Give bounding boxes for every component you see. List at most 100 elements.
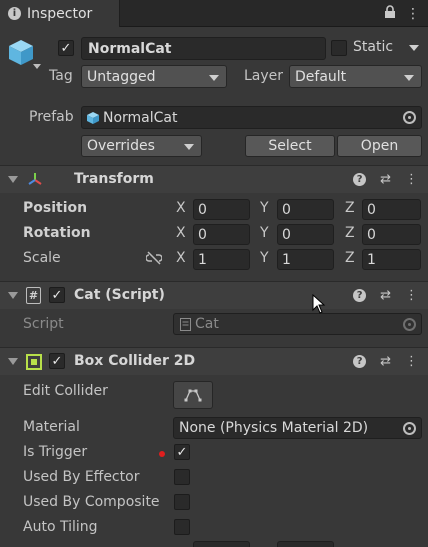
box-collider-icon xyxy=(26,354,42,370)
edit-collider-label: Edit Collider xyxy=(23,383,108,399)
used-by-composite-label: Used By Composite xyxy=(23,494,160,510)
position-label: Position xyxy=(23,200,88,216)
static-checkbox[interactable] xyxy=(331,40,347,56)
tab-inspector-label: Inspector xyxy=(27,5,93,22)
script-icon: # xyxy=(26,287,41,304)
transform-icon xyxy=(27,172,43,192)
object-picker-icon[interactable] xyxy=(403,422,416,435)
box-collider-tools: ? ⇄ ⋮ xyxy=(353,354,418,369)
tag-label: Tag xyxy=(49,68,73,84)
scale-x-axis[interactable]: X xyxy=(176,250,186,266)
used-by-composite-checkbox[interactable] xyxy=(174,494,190,510)
more-options-icon[interactable]: ⋮ xyxy=(405,172,418,187)
script-value: Cat xyxy=(195,316,219,332)
auto-tiling-label: Auto Tiling xyxy=(23,519,98,535)
transform-header[interactable]: Transform ? ⇄ ⋮ xyxy=(0,165,428,193)
cat-script-tools: ? ⇄ ⋮ xyxy=(353,288,418,303)
position-x-field[interactable]: 0 xyxy=(193,199,250,220)
edit-collider-button[interactable] xyxy=(173,381,213,409)
icon-dropdown-arrow[interactable] xyxy=(33,64,41,69)
rotation-x-axis[interactable]: X xyxy=(176,225,186,241)
box-collider-title: Box Collider 2D xyxy=(74,353,196,369)
auto-tiling-checkbox[interactable] xyxy=(174,519,190,535)
presets-icon[interactable]: ⇄ xyxy=(380,288,391,303)
material-label: Material xyxy=(23,419,80,435)
position-x-axis[interactable]: X xyxy=(176,200,186,216)
object-picker-icon[interactable] xyxy=(403,111,416,124)
active-checkbox[interactable]: ✓ xyxy=(58,40,74,56)
overrides-dropdown[interactable]: Overrides xyxy=(81,135,202,157)
foldout-arrow-icon[interactable] xyxy=(8,358,18,365)
mouse-cursor-icon xyxy=(312,293,326,318)
transform-tools: ? ⇄ ⋮ xyxy=(353,172,418,187)
prefab-icon xyxy=(86,111,100,125)
tab-inspector[interactable]: i Inspector xyxy=(0,0,120,27)
chevron-down-icon xyxy=(184,144,194,150)
prefab-value: NormalCat xyxy=(103,109,178,126)
prefab-label: Prefab xyxy=(29,109,74,125)
gameobject-icon xyxy=(7,38,35,70)
script-field: Cat xyxy=(173,313,422,335)
rotation-label: Rotation xyxy=(23,225,91,241)
presets-icon[interactable]: ⇄ xyxy=(380,354,391,369)
object-name-field[interactable]: NormalCat xyxy=(81,37,326,60)
script-file-icon xyxy=(180,317,191,331)
box-collider-enabled-checkbox[interactable]: ✓ xyxy=(49,353,65,369)
scale-y-axis[interactable]: Y xyxy=(260,250,269,266)
open-button[interactable]: Open xyxy=(337,135,422,157)
rotation-z-field[interactable]: 0 xyxy=(362,224,421,245)
position-y-axis[interactable]: Y xyxy=(260,200,269,216)
override-dot-icon xyxy=(159,451,165,457)
cat-script-header[interactable]: # ✓ Cat (Script) ? ⇄ ⋮ xyxy=(0,281,428,309)
layer-dropdown[interactable]: Default xyxy=(289,65,422,88)
offset-x-field[interactable] xyxy=(193,541,250,547)
tab-bar: i Inspector ⋮ xyxy=(0,0,428,27)
rotation-y-field[interactable]: 0 xyxy=(277,224,334,245)
rotation-z-axis[interactable]: Z xyxy=(345,225,355,241)
is-trigger-label: Is Trigger xyxy=(23,444,88,460)
foldout-arrow-icon[interactable] xyxy=(8,292,18,299)
tag-dropdown[interactable]: Untagged xyxy=(81,65,227,88)
tab-tools: ⋮ xyxy=(384,0,420,27)
object-picker-icon xyxy=(403,318,416,331)
position-z-axis[interactable]: Z xyxy=(345,200,355,216)
info-icon: i xyxy=(8,7,21,20)
scale-z-axis[interactable]: Z xyxy=(345,250,355,266)
scale-y-field[interactable]: 1 xyxy=(277,249,334,270)
layer-value: Default xyxy=(295,68,347,85)
static-label: Static xyxy=(353,39,394,55)
layer-label: Layer xyxy=(244,68,284,84)
static-dropdown-arrow[interactable] xyxy=(409,45,419,51)
tag-value: Untagged xyxy=(87,68,156,85)
select-button[interactable]: Select xyxy=(245,135,335,157)
is-trigger-checkbox[interactable]: ✓ xyxy=(174,444,190,460)
help-icon[interactable]: ? xyxy=(353,173,367,186)
scale-x-field[interactable]: 1 xyxy=(193,249,250,270)
cat-script-enabled-checkbox[interactable]: ✓ xyxy=(49,287,65,303)
material-field[interactable]: None (Physics Material 2D) xyxy=(173,417,422,439)
used-by-effector-label: Used By Effector xyxy=(23,469,140,485)
help-icon[interactable]: ? xyxy=(353,289,367,302)
more-options-icon[interactable]: ⋮ xyxy=(405,354,418,369)
cat-script-title: Cat (Script) xyxy=(74,287,165,303)
edit-collider-icon xyxy=(184,389,202,402)
foldout-arrow-icon[interactable] xyxy=(8,176,18,183)
position-y-field[interactable]: 0 xyxy=(277,199,334,220)
help-icon[interactable]: ? xyxy=(353,355,367,368)
scale-z-field[interactable]: 1 xyxy=(362,249,421,270)
rotation-x-field[interactable]: 0 xyxy=(193,224,250,245)
presets-icon[interactable]: ⇄ xyxy=(380,172,391,187)
box-collider-header[interactable]: ✓ Box Collider 2D ? ⇄ ⋮ xyxy=(0,347,428,375)
transform-title: Transform xyxy=(74,171,154,187)
more-options-icon[interactable]: ⋮ xyxy=(406,6,420,22)
more-options-icon[interactable]: ⋮ xyxy=(405,288,418,303)
used-by-effector-checkbox[interactable] xyxy=(174,469,190,485)
offset-y-field[interactable] xyxy=(277,541,334,547)
rotation-y-axis[interactable]: Y xyxy=(260,225,269,241)
chevron-down-icon xyxy=(404,74,414,81)
position-z-field[interactable]: 0 xyxy=(362,199,421,220)
lock-icon[interactable] xyxy=(384,5,396,22)
chevron-down-icon xyxy=(209,74,219,81)
prefab-field[interactable]: NormalCat xyxy=(81,106,422,129)
constrain-proportions-icon[interactable] xyxy=(145,251,163,269)
